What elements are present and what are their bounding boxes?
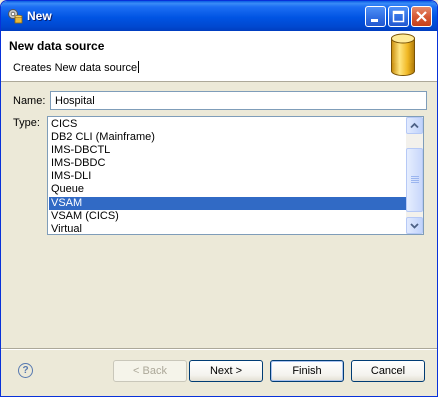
database-cylinder-icon bbox=[390, 33, 416, 77]
name-label: Name: bbox=[13, 95, 46, 107]
new-data-source-dialog: New New data source Creates New data sou… bbox=[0, 0, 438, 397]
close-button[interactable] bbox=[411, 6, 432, 27]
minimize-button[interactable] bbox=[365, 6, 386, 27]
help-button[interactable]: ? bbox=[18, 363, 33, 378]
scroll-down-arrow-icon bbox=[410, 223, 419, 229]
type-label: Type: bbox=[13, 117, 40, 129]
type-option[interactable]: CICS bbox=[49, 118, 406, 131]
page-title: New data source bbox=[9, 39, 105, 53]
thumb-grip-line bbox=[411, 176, 419, 177]
close-icon bbox=[416, 11, 427, 22]
thumb-grip-line bbox=[411, 178, 419, 179]
cancel-button[interactable]: Cancel bbox=[351, 360, 425, 382]
type-option[interactable]: DB2 CLI (Mainframe) bbox=[49, 131, 406, 144]
page-description: Creates New data source bbox=[13, 61, 140, 74]
type-listbox[interactable]: CICS DB2 CLI (Mainframe) IMS-DBCTL IMS-DBDC… bbox=[47, 116, 424, 235]
scroll-up-arrow-icon bbox=[410, 122, 419, 129]
type-option[interactable]: IMS-DBCTL bbox=[49, 144, 406, 157]
maximize-button[interactable] bbox=[388, 6, 409, 27]
text-caret bbox=[138, 61, 140, 73]
page-description-text: Creates New data source bbox=[13, 62, 138, 74]
thumb-grip-line bbox=[411, 180, 419, 181]
maximize-icon bbox=[392, 10, 405, 23]
wizard-header: New data source Creates New data source bbox=[1, 31, 437, 82]
type-list-scrollbar[interactable] bbox=[406, 117, 423, 234]
type-option[interactable]: Virtual bbox=[49, 223, 406, 234]
scroll-thumb[interactable] bbox=[406, 148, 423, 212]
window-title: New bbox=[27, 9, 52, 23]
minimize-icon bbox=[371, 19, 378, 22]
type-option[interactable]: IMS-DBDC bbox=[49, 157, 406, 170]
type-options: CICS DB2 CLI (Mainframe) IMS-DBCTL IMS-DBDC… bbox=[49, 118, 406, 234]
name-input[interactable] bbox=[50, 91, 427, 110]
thumb-grip-line bbox=[411, 182, 419, 183]
gear-database-icon bbox=[7, 8, 23, 24]
type-option[interactable]: VSAM bbox=[49, 196, 406, 210]
type-option[interactable]: VSAM (CICS) bbox=[49, 210, 406, 223]
title-bar[interactable]: New bbox=[1, 1, 437, 31]
next-button[interactable]: Next > bbox=[189, 360, 263, 382]
type-option[interactable]: Queue bbox=[49, 183, 406, 196]
scroll-up-button[interactable] bbox=[406, 117, 423, 134]
finish-button[interactable]: Finish bbox=[270, 360, 344, 382]
footer-separator bbox=[1, 348, 437, 350]
back-button[interactable]: < Back bbox=[113, 360, 187, 382]
scroll-down-button[interactable] bbox=[406, 217, 423, 234]
type-option[interactable]: IMS-DLI bbox=[49, 170, 406, 183]
